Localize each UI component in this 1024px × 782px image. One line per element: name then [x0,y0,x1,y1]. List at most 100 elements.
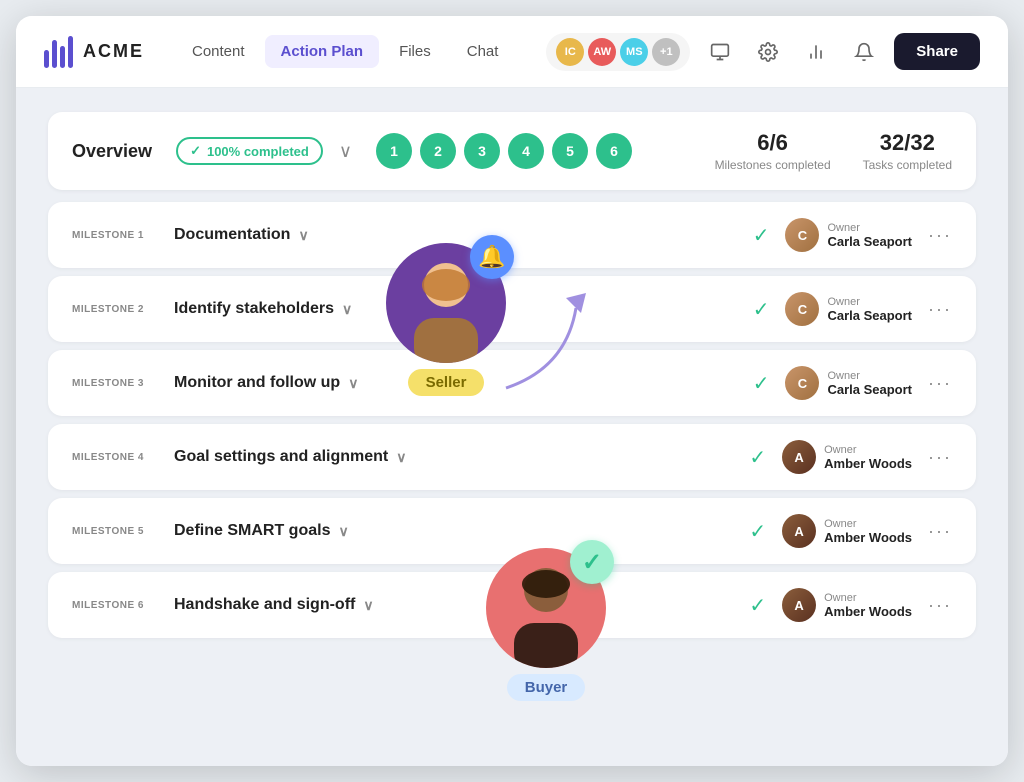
bell-icon [854,42,874,62]
owner-avatar-4: A [782,440,816,474]
milestone-tag-3: MILESTONE 3 [72,378,158,389]
seller-label: Seller [408,369,485,396]
seller-overlay: 🔔 Seller [386,243,506,396]
more-btn-2[interactable]: ··· [928,299,952,320]
nav-files[interactable]: Files [383,35,447,68]
owner-label-4: Owner [824,444,912,456]
owner-avatar-5: A [782,514,816,548]
tasks-label: Tasks completed [863,158,952,172]
owner-label-3: Owner [827,370,912,382]
milestone-dot-6[interactable]: 6 [596,133,632,169]
gear-icon [758,42,778,62]
milestone-dot-4[interactable]: 4 [508,133,544,169]
check-badge: ✓ [570,540,614,584]
milestone-dot-2[interactable]: 2 [420,133,456,169]
owner-avatar-2: C [785,292,819,326]
avatar-ms: MS [620,38,648,66]
chart-icon [806,42,826,62]
main-content: Overview ✓ 100% completed ∨ 1 2 3 4 5 6 … [16,88,1008,766]
overview-title: Overview [72,141,152,162]
milestone-chevron-5[interactable]: ∨ [338,523,348,540]
avatar-plus: +1 [652,38,680,66]
milestone-check-3: ✓ [753,371,770,396]
nav-right: IC AW MS +1 Share [546,33,980,71]
owner-block-2: C Owner Carla Seaport [785,292,912,326]
owner-block-4: A Owner Amber Woods [782,440,912,474]
chart-icon-btn[interactable] [798,34,834,70]
owner-block-6: A Owner Amber Woods [782,588,912,622]
logo-icon [44,36,73,68]
tasks-count: 32/32 [863,130,952,156]
more-btn-6[interactable]: ··· [928,595,952,616]
milestone-dots: 1 2 3 4 5 6 [376,133,632,169]
nav-links: Content Action Plan Files Chat [176,35,514,68]
milestone-chevron-3[interactable]: ∨ [348,375,358,392]
milestone-tag-1: MILESTONE 1 [72,230,158,241]
owner-label-2: Owner [827,296,912,308]
owner-info-5: Owner Amber Woods [824,518,912,545]
milestones-stat: 6/6 Milestones completed [715,130,831,172]
owner-name-4: Amber Woods [824,456,912,471]
owner-block-3: C Owner Carla Seaport [785,366,912,400]
more-btn-1[interactable]: ··· [928,225,952,246]
owner-block-1: C Owner Carla Seaport [785,218,912,252]
settings-icon-btn[interactable] [750,34,786,70]
owner-info-2: Owner Carla Seaport [827,296,912,323]
milestone-name-1: Documentation ∨ [174,226,737,244]
owner-name-1: Carla Seaport [827,234,912,249]
monitor-icon-btn[interactable] [702,34,738,70]
owner-avatar-3: C [785,366,819,400]
milestone-chevron-1[interactable]: ∨ [298,227,308,244]
milestone-dot-5[interactable]: 5 [552,133,588,169]
milestone-check-2: ✓ [753,297,770,322]
seller-photo-wrap: 🔔 [386,243,506,363]
owner-name-5: Amber Woods [824,530,912,545]
milestone-name-5: Define SMART goals ∨ [174,522,733,540]
avatar-aw: AW [588,38,616,66]
milestone-dot-3[interactable]: 3 [464,133,500,169]
owner-name-2: Carla Seaport [827,308,912,323]
milestone-check-5: ✓ [749,519,766,544]
nav-content[interactable]: Content [176,35,261,68]
milestone-row-4: MILESTONE 4 Goal settings and alignment … [48,424,976,490]
milestone-name-4: Goal settings and alignment ∨ [174,448,733,466]
buyer-photo-wrap: ✓ [486,548,606,668]
buyer-overlay: ✓ Buyer [486,548,606,701]
milestone-dot-1[interactable]: 1 [376,133,412,169]
monitor-icon [710,42,730,62]
navbar: ACME Content Action Plan Files Chat IC A… [16,16,1008,88]
milestone-tag-4: MILESTONE 4 [72,452,158,463]
more-btn-4[interactable]: ··· [928,447,952,468]
owner-block-5: A Owner Amber Woods [782,514,912,548]
more-btn-5[interactable]: ··· [928,521,952,542]
bell-icon-btn[interactable] [846,34,882,70]
owner-avatar-1: C [785,218,819,252]
overview-chevron[interactable]: ∨ [339,141,352,162]
milestone-chevron-2[interactable]: ∨ [342,301,352,318]
logo-bar-4 [68,36,73,68]
check-mark: ✓ [190,143,201,159]
owner-label-5: Owner [824,518,912,530]
milestone-row-3: MILESTONE 3 Monitor and follow up ∨ ✓ C … [48,350,976,416]
owner-info-1: Owner Carla Seaport [827,222,912,249]
bell-badge: 🔔 [470,235,514,279]
owner-info-3: Owner Carla Seaport [827,370,912,397]
milestone-chevron-4[interactable]: ∨ [396,449,406,466]
milestone-tag-6: MILESTONE 6 [72,600,158,611]
owner-label-6: Owner [824,592,912,604]
tasks-stat: 32/32 Tasks completed [863,130,952,172]
milestone-tag-5: MILESTONE 5 [72,526,158,537]
completed-badge: ✓ 100% completed [176,137,323,165]
more-btn-3[interactable]: ··· [928,373,952,394]
logo-bar-1 [44,50,49,68]
milestone-check-1: ✓ [753,223,770,248]
owner-label-1: Owner [827,222,912,234]
nav-action-plan[interactable]: Action Plan [265,35,380,68]
completed-text: 100% completed [207,144,309,159]
share-button[interactable]: Share [894,33,980,70]
milestones-count: 6/6 [715,130,831,156]
milestone-name-6: Handshake and sign-off ∨ [174,596,733,614]
milestone-chevron-6[interactable]: ∨ [363,597,373,614]
owner-info-6: Owner Amber Woods [824,592,912,619]
nav-chat[interactable]: Chat [451,35,515,68]
